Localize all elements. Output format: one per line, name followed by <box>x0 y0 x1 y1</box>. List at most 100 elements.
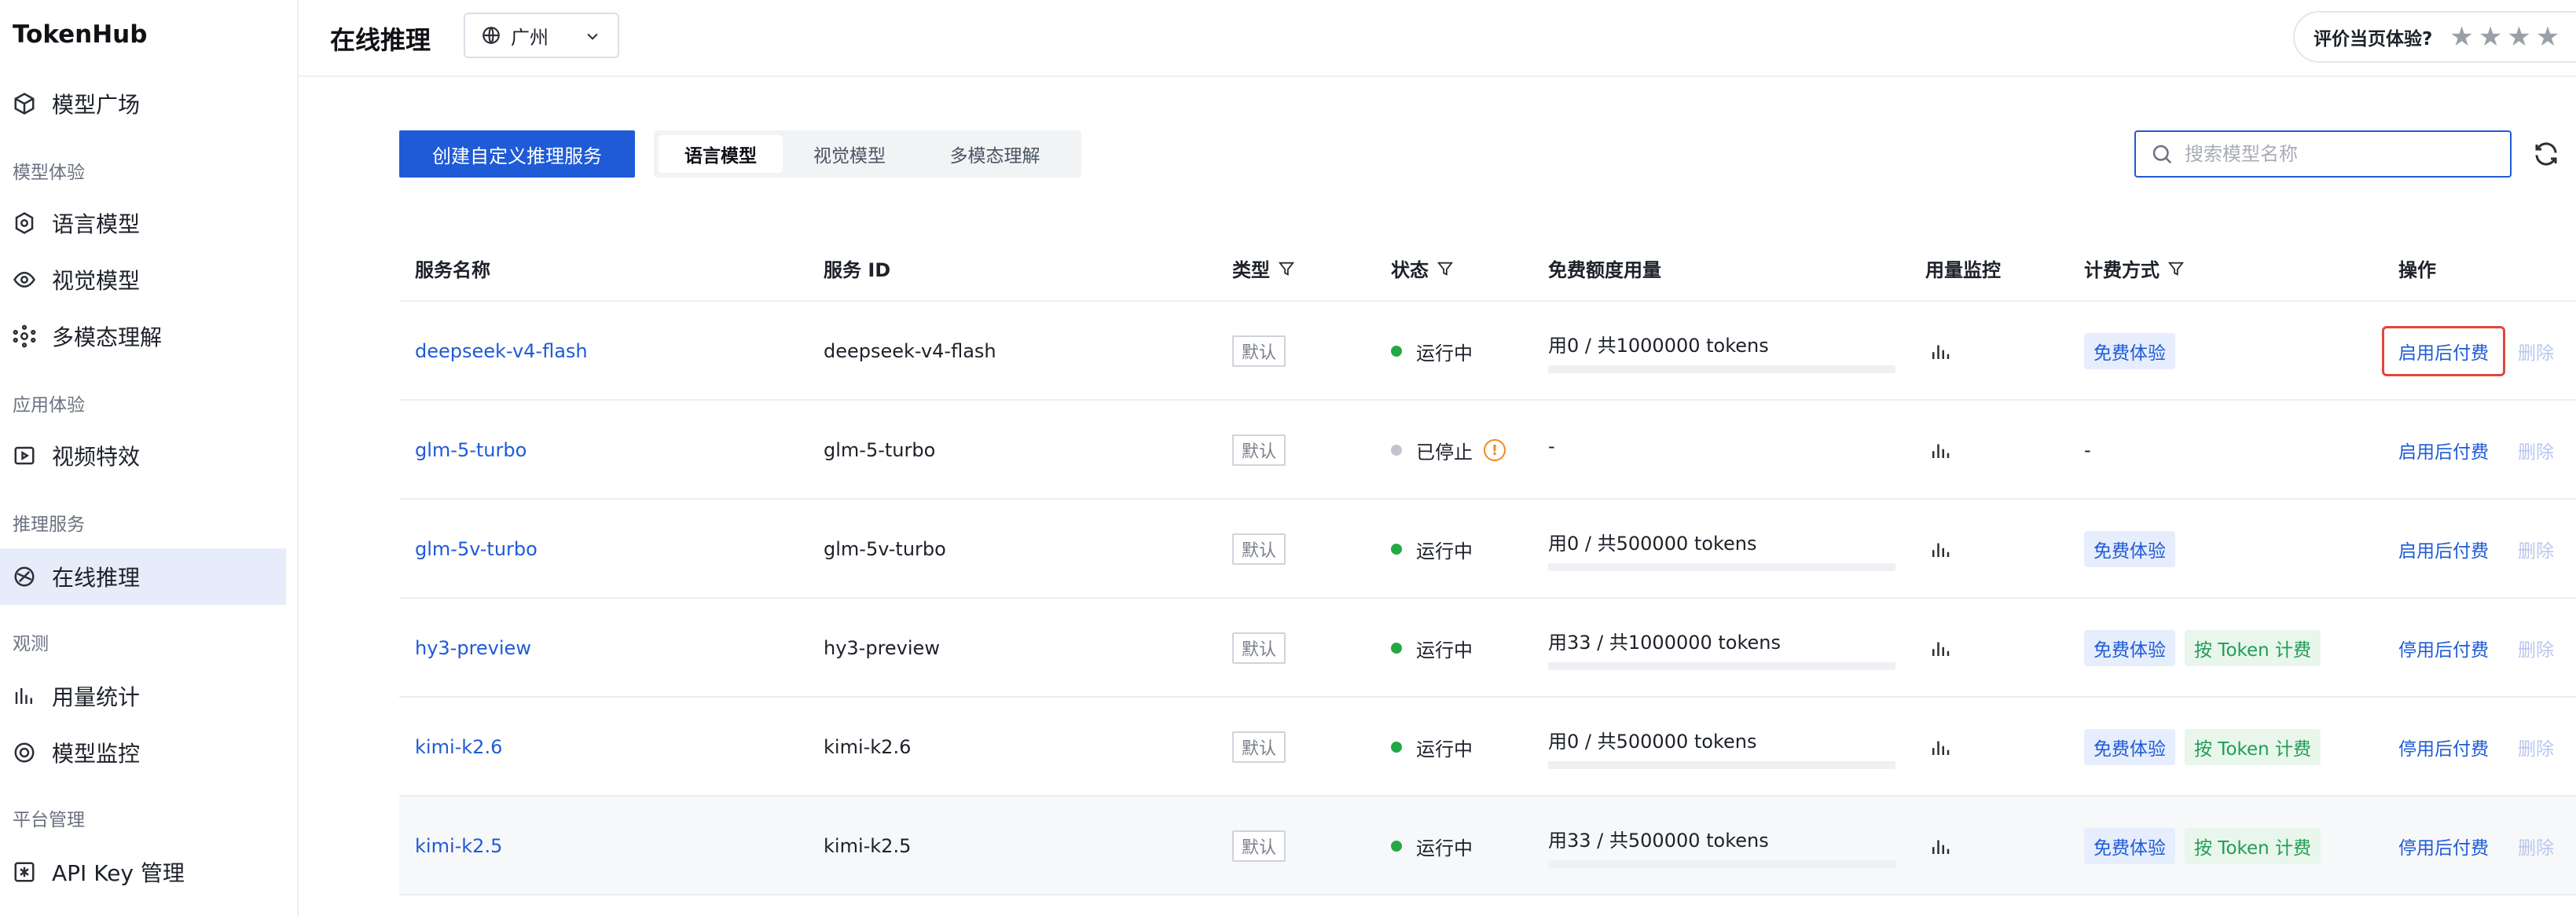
type-tag: 默认 <box>1232 335 1286 367</box>
usage-chart-icon[interactable] <box>1928 834 1952 858</box>
delete-button[interactable]: 删除 <box>2518 734 2554 760</box>
service-name-link[interactable]: deepseek-v4-flash <box>415 340 588 362</box>
toggle-postpaid-button[interactable]: 停用后付费 <box>2398 635 2489 661</box>
refresh-icon[interactable] <box>2532 140 2560 168</box>
globe-icon <box>483 27 500 44</box>
billing-token-badge: 按 Token 计费 <box>2185 630 2321 666</box>
cube-icon <box>13 92 36 115</box>
toggle-postpaid-button[interactable]: 启用后付费 <box>2382 326 2505 376</box>
usage-chart-icon[interactable] <box>1928 636 1952 660</box>
monitor-icon <box>13 741 36 764</box>
usage-chart-icon[interactable] <box>1928 735 1952 759</box>
nav-group-inference: 推理服务 <box>13 515 85 535</box>
table-row: glm-5v-turbo glm-5v-turbo 默认 运行中 ! 用0 / … <box>399 500 2576 599</box>
sidebar-item-label: 视频特效 <box>52 444 141 470</box>
quota-progress-bar <box>1548 365 1895 373</box>
sidebar-item-label: 模型监控 <box>52 741 141 767</box>
warning-icon[interactable]: ! <box>1484 439 1506 461</box>
toggle-postpaid-button[interactable]: 启用后付费 <box>2398 437 2489 463</box>
service-id-cell: deepseek-v4-flash <box>824 302 996 401</box>
rating-stars[interactable]: ★★★★ <box>2449 21 2564 53</box>
billing-cell: 免费体验 按 Token 计费 <box>2084 599 2321 698</box>
sidebar-item-model-plaza[interactable]: 模型广场 <box>0 75 286 132</box>
service-name-link[interactable]: kimi-k2.6 <box>415 736 502 758</box>
monitor-cell <box>1928 500 1952 599</box>
key-icon <box>13 860 36 884</box>
sidebar-item-model-monitor[interactable]: 模型监控 <box>0 724 286 781</box>
sidebar: TokenHub 模型广场 模型体验 语言模型 视觉模型 多模态理解 应用体验 … <box>0 0 299 916</box>
sidebar-item-language-model[interactable]: 语言模型 <box>0 195 286 251</box>
sidebar-item-vision-model[interactable]: 视觉模型 <box>0 251 286 308</box>
type-cell: 默认 <box>1232 599 1286 698</box>
tab-multimodal[interactable]: 多模态理解 <box>916 135 1073 173</box>
type-cell: 默认 <box>1232 401 1286 500</box>
language-model-icon <box>13 211 36 235</box>
sidebar-item-api-key[interactable]: API Key 管理 <box>0 844 286 900</box>
toggle-postpaid-button[interactable]: 停用后付费 <box>2398 734 2489 760</box>
sidebar-item-label: API Key 管理 <box>52 860 185 886</box>
tab-vision-model[interactable]: 视觉模型 <box>783 135 916 173</box>
quota-cell: 用33 / 共1000000 tokens <box>1548 599 1895 698</box>
col-name: 服务名称 <box>415 259 490 281</box>
billing-token-badge: 按 Token 计费 <box>2185 729 2321 765</box>
monitor-cell <box>1928 797 1952 896</box>
create-custom-service-button[interactable]: 创建自定义推理服务 <box>399 130 635 178</box>
monitor-cell <box>1928 599 1952 698</box>
service-name-link[interactable]: glm-5v-turbo <box>415 538 538 560</box>
monitor-cell <box>1928 698 1952 797</box>
usage-chart-icon[interactable] <box>1928 438 1952 462</box>
quota-cell: - <box>1548 401 1555 500</box>
service-name-link[interactable]: hy3-preview <box>415 637 531 659</box>
filter-icon[interactable] <box>1278 260 1295 277</box>
status-text: 运行中 <box>1416 639 1473 661</box>
service-id: deepseek-v4-flash <box>824 340 996 362</box>
delete-button[interactable]: 删除 <box>2518 437 2554 463</box>
service-id: kimi-k2.6 <box>824 736 912 758</box>
status-dot <box>1391 742 1402 753</box>
delete-button[interactable]: 删除 <box>2518 338 2554 365</box>
online-inference-icon <box>13 565 36 588</box>
usage-chart-icon[interactable] <box>1928 339 1952 363</box>
billing-free-badge: 免费体验 <box>2084 333 2175 369</box>
quota-text: 用0 / 共500000 tokens <box>1548 532 1757 555</box>
toggle-postpaid-button[interactable]: 停用后付费 <box>2398 833 2489 859</box>
billing-free-badge: 免费体验 <box>2084 828 2175 864</box>
search-input[interactable] <box>2185 143 2499 165</box>
sidebar-item-usage-stats[interactable]: 用量统计 <box>0 668 286 724</box>
monitor-cell <box>1928 401 1952 500</box>
tab-language-model[interactable]: 语言模型 <box>659 135 783 173</box>
delete-cell: 删除 <box>2518 698 2554 797</box>
service-name-cell: glm-5v-turbo <box>415 500 538 599</box>
delete-button[interactable]: 删除 <box>2518 833 2554 859</box>
ops-cell: 停用后付费 <box>2398 797 2489 896</box>
status-dot <box>1391 643 1402 654</box>
table-row: glm-5-turbo glm-5-turbo 默认 已停止 ! - - 启用后… <box>399 401 2576 500</box>
sidebar-item-multimodal[interactable]: 多模态理解 <box>0 308 286 365</box>
quota-progress-bar <box>1548 562 1895 571</box>
service-name-link[interactable]: glm-5-turbo <box>415 439 527 461</box>
filter-icon[interactable] <box>2167 260 2185 277</box>
quota-progress-bar <box>1548 661 1895 670</box>
service-id-cell: glm-5v-turbo <box>824 500 946 599</box>
usage-chart-icon[interactable] <box>1928 537 1952 561</box>
ops-cell: 停用后付费 <box>2398 698 2489 797</box>
delete-button[interactable]: 删除 <box>2518 536 2554 562</box>
type-cell: 默认 <box>1232 797 1286 896</box>
sidebar-item-online-inference[interactable]: 在线推理 <box>0 548 286 605</box>
service-name-link[interactable]: kimi-k2.5 <box>415 835 502 857</box>
sidebar-item-video-effect[interactable]: 视频特效 <box>0 427 286 484</box>
type-tag: 默认 <box>1232 830 1286 862</box>
region-select[interactable]: 广州 <box>464 13 619 58</box>
service-id-cell: glm-5-turbo <box>824 401 935 500</box>
brand-logo[interactable]: TokenHub <box>13 20 147 49</box>
billing-free-badge: 免费体验 <box>2084 630 2175 666</box>
search-icon <box>2152 145 2172 164</box>
multimodal-icon <box>13 324 36 348</box>
service-name-cell: kimi-k2.5 <box>415 797 502 896</box>
status-text: 运行中 <box>1416 540 1473 562</box>
delete-button[interactable]: 删除 <box>2518 635 2554 661</box>
sidebar-item-label: 多模态理解 <box>52 324 163 350</box>
col-ops: 操作 <box>2398 259 2436 281</box>
toggle-postpaid-button[interactable]: 启用后付费 <box>2398 536 2489 562</box>
filter-icon[interactable] <box>1437 260 1454 277</box>
